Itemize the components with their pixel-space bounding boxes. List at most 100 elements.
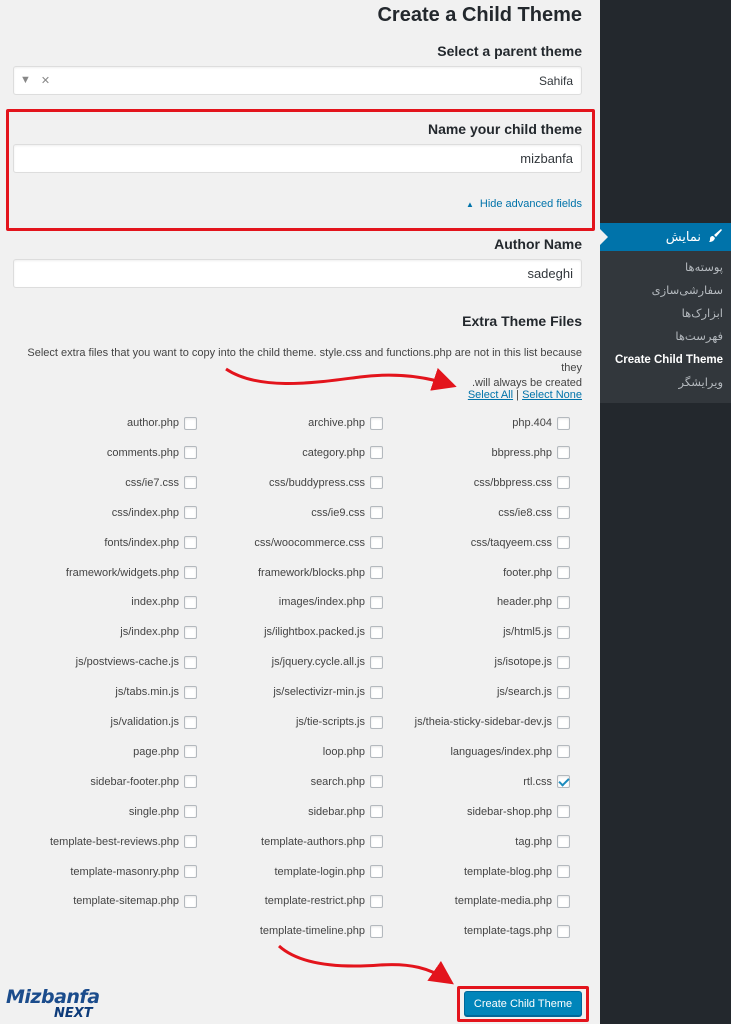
file-checkbox[interactable] (557, 506, 570, 520)
file-option[interactable]: css/ie7.css (125, 475, 197, 491)
file-checkbox[interactable] (370, 805, 383, 819)
file-option[interactable]: languages/index.php (450, 744, 570, 760)
file-checkbox[interactable] (557, 625, 570, 639)
hide-advanced-link[interactable]: ▲ Hide advanced fields (466, 198, 582, 210)
file-option[interactable]: js/jquery.cycle.all.js (272, 654, 383, 670)
file-option[interactable]: template-best-reviews.php (50, 834, 197, 850)
file-checkbox[interactable] (184, 625, 197, 639)
file-checkbox[interactable] (370, 835, 383, 849)
file-checkbox[interactable] (370, 595, 383, 609)
file-checkbox[interactable] (370, 416, 383, 430)
file-option[interactable]: header.php (497, 594, 570, 610)
file-checkbox[interactable] (557, 595, 570, 609)
file-checkbox[interactable] (557, 924, 570, 938)
file-option[interactable]: author.php (127, 415, 197, 431)
file-option[interactable]: bbpress.php (491, 445, 570, 461)
file-checkbox[interactable] (557, 566, 570, 579)
file-option[interactable]: js/selectivizr-min.js (273, 684, 383, 700)
file-checkbox[interactable] (557, 835, 570, 849)
file-checkbox[interactable] (557, 894, 570, 908)
file-checkbox[interactable] (184, 745, 197, 759)
file-checkbox[interactable] (184, 536, 197, 550)
file-checkbox[interactable] (184, 655, 197, 669)
file-checkbox[interactable] (370, 775, 383, 789)
file-option[interactable]: css/bbpress.css (474, 475, 570, 491)
file-checkbox[interactable] (184, 805, 197, 819)
file-option[interactable]: js/postviews-cache.js (76, 654, 197, 670)
file-checkbox[interactable] (370, 715, 383, 729)
file-checkbox[interactable] (557, 476, 570, 490)
file-checkbox[interactable] (557, 536, 570, 550)
file-checkbox[interactable] (370, 536, 383, 550)
file-option[interactable]: single.php (129, 804, 197, 820)
file-checkbox[interactable] (184, 476, 197, 490)
submenu-item[interactable]: سفارشی‌سازی (600, 280, 731, 303)
file-option[interactable]: css/index.php (112, 505, 197, 521)
file-checkbox[interactable] (557, 685, 570, 699)
file-option[interactable]: template-blog.php (464, 864, 570, 880)
file-checkbox[interactable] (370, 894, 383, 908)
create-child-theme-button[interactable]: Create Child Theme (464, 991, 582, 1016)
file-option[interactable]: sidebar-shop.php (467, 804, 570, 820)
file-option[interactable]: js/tabs.min.js (115, 684, 197, 700)
file-option[interactable]: template-authors.php (261, 834, 383, 850)
file-checkbox[interactable] (370, 566, 383, 579)
submenu-item[interactable]: ابزارک‌ها (600, 303, 731, 326)
file-checkbox[interactable] (184, 865, 197, 878)
file-option[interactable]: js/theia-sticky-sidebar-dev.js (415, 714, 570, 730)
file-option[interactable]: css/buddypress.css (269, 475, 383, 491)
file-checkbox[interactable] (184, 506, 197, 520)
file-option[interactable]: framework/blocks.php (258, 565, 383, 581)
file-checkbox[interactable] (370, 625, 383, 639)
file-option[interactable]: js/isotope.js (495, 654, 570, 670)
submenu-item[interactable]: ویرایشگر (600, 372, 731, 395)
file-option[interactable]: css/ie8.css (498, 505, 570, 521)
file-option[interactable]: js/html5.js (503, 624, 570, 640)
file-checkbox[interactable] (557, 805, 570, 819)
file-checkbox[interactable] (557, 745, 570, 759)
file-option[interactable]: tag.php (515, 834, 570, 850)
file-checkbox[interactable] (184, 715, 197, 729)
file-option[interactable]: template-timeline.php (260, 923, 383, 939)
file-option[interactable]: search.php (311, 774, 383, 790)
file-checkbox[interactable] (184, 775, 197, 789)
file-checkbox[interactable] (370, 446, 383, 460)
file-checkbox[interactable] (370, 685, 383, 699)
menu-appearance[interactable]: نمایش (600, 223, 731, 251)
file-checkbox[interactable] (184, 894, 197, 908)
file-option[interactable]: index.php (131, 594, 197, 610)
file-option[interactable]: js/index.php (120, 624, 197, 640)
file-checkbox[interactable] (184, 685, 197, 699)
file-option[interactable]: sidebar-footer.php (90, 774, 197, 790)
clear-icon[interactable]: ✕ (41, 74, 50, 87)
file-checkbox[interactable] (184, 566, 197, 579)
select-all-link[interactable]: Select All (468, 389, 513, 401)
child-theme-input[interactable]: mizbanfa (13, 144, 582, 173)
file-checkbox[interactable] (184, 835, 197, 849)
file-option[interactable]: framework/widgets.php (66, 565, 197, 581)
file-option[interactable]: template-login.php (274, 864, 383, 880)
file-checkbox[interactable] (184, 446, 197, 460)
file-option[interactable]: js/tie-scripts.js (296, 714, 383, 730)
file-option[interactable]: css/taqyeem.css (471, 535, 570, 551)
file-option[interactable]: footer.php (503, 565, 570, 581)
file-option[interactable]: js/ilightbox.packed.js (264, 624, 383, 640)
chevron-down-icon[interactable]: ▼ (20, 74, 31, 87)
file-checkbox[interactable] (370, 924, 383, 938)
file-option[interactable]: images/index.php (279, 594, 383, 610)
file-option[interactable]: rtl.css (523, 774, 570, 790)
submenu-item[interactable]: Create Child Theme (600, 349, 731, 372)
file-option[interactable]: template-media.php (455, 893, 570, 909)
author-input[interactable]: sadeghi (13, 259, 582, 288)
file-option[interactable]: fonts/index.php (104, 535, 197, 551)
submenu-item[interactable]: پوسته‌ها (600, 257, 731, 280)
file-checkbox[interactable] (370, 865, 383, 878)
file-option[interactable]: css/woocommerce.css (254, 535, 383, 551)
file-option[interactable]: template-masonry.php (70, 864, 197, 880)
file-option[interactable]: page.php (133, 744, 197, 760)
file-option[interactable]: template-restrict.php (265, 893, 383, 909)
file-checkbox[interactable] (184, 595, 197, 609)
file-checkbox[interactable] (557, 775, 570, 789)
file-option[interactable]: css/ie9.css (311, 505, 383, 521)
submenu-item[interactable]: فهرست‌ها (600, 326, 731, 349)
